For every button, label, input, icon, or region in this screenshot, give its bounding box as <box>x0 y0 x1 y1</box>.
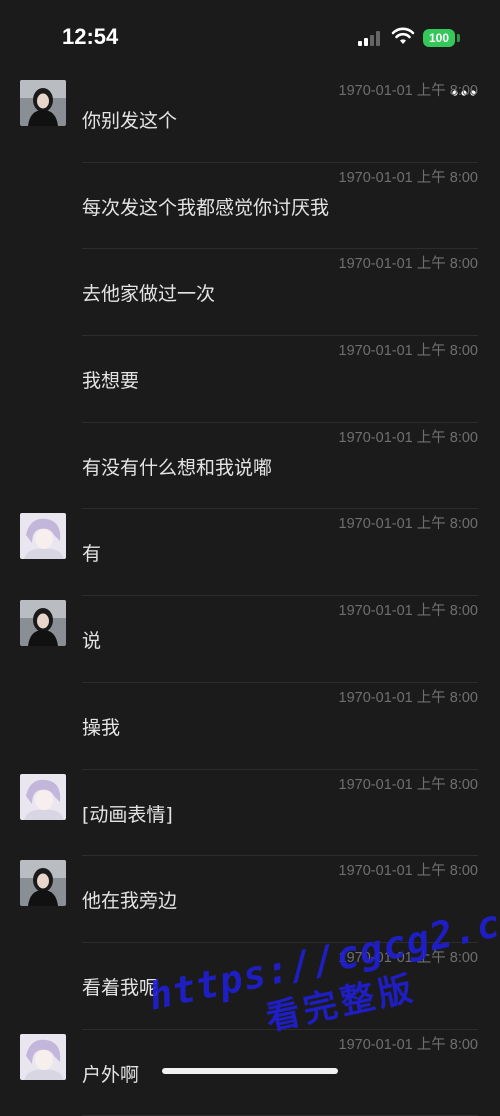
message-text: 看着我呢 <box>82 976 159 999</box>
message-list[interactable]: 1970-01-01 上午 8:00 你别发这个 1970-01-01 上午 8:0… <box>0 76 500 1116</box>
status-time: 12:54 <box>62 24 119 49</box>
message-item[interactable]: 1970-01-01 上午 8:00 操我 <box>0 683 500 770</box>
message-item[interactable]: 1970-01-01 上午 8:00 我想要 <box>0 336 500 423</box>
wifi-icon <box>391 27 415 44</box>
message-text: 我想要 <box>82 370 140 393</box>
message-timestamp: 1970-01-01 上午 8:00 <box>338 603 478 620</box>
avatar-girl[interactable] <box>20 860 66 907</box>
message-text: 有没有什么想和我说嘟 <box>82 456 273 479</box>
message-timestamp: 1970-01-01 上午 8:00 <box>338 863 478 880</box>
message-timestamp: 1970-01-01 上午 8:00 <box>338 949 478 966</box>
message-item[interactable]: 1970-01-01 上午 8:00 [动画表情] <box>0 770 500 857</box>
message-item[interactable]: 1970-01-01 上午 8:00 有没有什么想和我说嘟 <box>0 423 500 510</box>
message-item[interactable]: 1970-01-01 上午 8:00 看着我呢 <box>0 943 500 1030</box>
message-timestamp: 1970-01-01 上午 8:00 <box>338 83 478 99</box>
message-item[interactable]: 1970-01-01 上午 8:00 每次发这个我都感觉你讨厌我 <box>0 163 500 250</box>
status-bar: 12:54 100 <box>0 0 500 76</box>
message-item[interactable]: 1970-01-01 上午 8:00 他在我旁边 <box>0 856 500 943</box>
message-timestamp: 1970-01-01 上午 8:00 <box>338 689 478 706</box>
message-timestamp: 1970-01-01 上午 8:00 <box>338 169 478 186</box>
message-item[interactable]: 1970-01-01 上午 8:00 有 <box>0 509 500 597</box>
message-text: 有 <box>82 543 102 566</box>
message-text: 操我 <box>82 716 121 739</box>
message-item[interactable]: 1970-01-01 上午 8:00 说 <box>0 596 500 683</box>
home-indicator[interactable] <box>162 1068 338 1074</box>
message-timestamp: 1970-01-01 上午 8:00 <box>338 776 478 793</box>
message-text: 每次发这个我都感觉你讨厌我 <box>82 196 330 219</box>
message-text: 说 <box>82 630 102 653</box>
message-text: 你别发这个 <box>82 110 178 132</box>
message-text: 户外啊 <box>82 1063 140 1086</box>
avatar-girl[interactable] <box>20 80 66 126</box>
message-timestamp: 1970-01-01 上午 8:00 <box>338 256 478 273</box>
message-text: 他在我旁边 <box>82 890 178 913</box>
avatar-anime[interactable] <box>20 513 66 560</box>
avatar-anime[interactable] <box>20 773 66 820</box>
message-text: 去他家做过一次 <box>82 283 216 306</box>
message-text: [动画表情] <box>82 803 173 826</box>
message-timestamp: 1970-01-01 上午 8:00 <box>338 1036 478 1053</box>
avatar-anime[interactable] <box>20 1033 66 1080</box>
message-timestamp: 1970-01-01 上午 8:00 <box>338 516 478 533</box>
battery-icon: 100 <box>423 29 455 47</box>
message-timestamp: 1970-01-01 上午 8:00 <box>338 429 478 446</box>
message-timestamp: 1970-01-01 上午 8:00 <box>338 343 478 360</box>
message-item[interactable]: 1970-01-01 上午 8:00 去他家做过一次 <box>0 249 500 337</box>
battery-nub <box>457 34 460 42</box>
message-item[interactable]: 1970-01-01 上午 8:00 你别发这个 <box>0 76 500 163</box>
cellular-signal-icon <box>358 30 382 46</box>
avatar-girl[interactable] <box>20 600 66 647</box>
